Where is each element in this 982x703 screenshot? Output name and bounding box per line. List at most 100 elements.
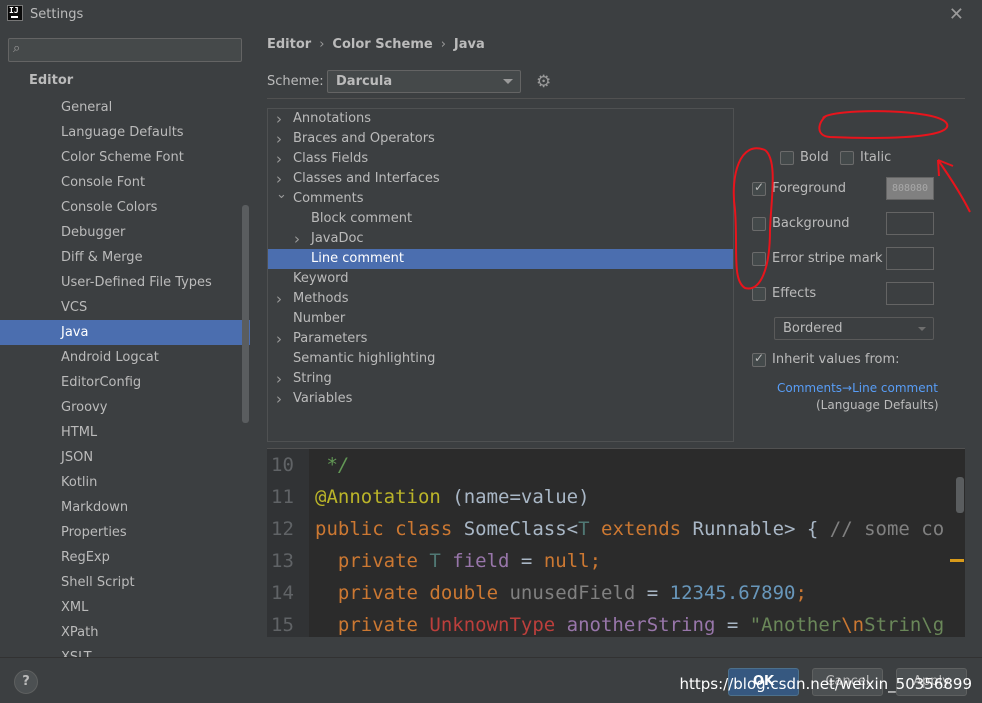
sidebar-item[interactable]: Color Scheme Font — [0, 145, 250, 170]
effects-type-select[interactable]: Bordered — [774, 317, 934, 340]
tree-item[interactable]: › Classes and Interfaces — [268, 169, 733, 189]
scheme-value: Darcula — [336, 74, 393, 89]
code-token: anotherString — [566, 614, 716, 636]
sidebar-section-editor[interactable]: Editor — [29, 73, 73, 88]
sidebar-item[interactable]: XML — [0, 595, 250, 620]
tree-item[interactable]: › String — [268, 369, 733, 389]
error-stripe-color-swatch[interactable] — [886, 247, 934, 270]
tree-item-label: Class Fields — [293, 151, 369, 166]
sidebar-item[interactable]: Properties — [0, 520, 250, 545]
breadcrumb-color-scheme[interactable]: Color Scheme — [332, 37, 432, 52]
tree-item-label: Keyword — [293, 271, 349, 286]
help-button[interactable]: ? — [14, 670, 38, 694]
line-number: 10 — [271, 454, 294, 476]
code-token: T — [578, 518, 601, 540]
preview-scrollbar[interactable] — [956, 477, 964, 513]
chevron-right-icon[interactable]: › — [276, 109, 282, 129]
chevron-right-icon[interactable]: › — [294, 229, 300, 249]
breadcrumb-separator: › — [319, 37, 325, 52]
bold-checkbox[interactable] — [780, 151, 794, 165]
sidebar-item[interactable]: XPath — [0, 620, 250, 645]
tree-item[interactable]: › Class Fields — [268, 149, 733, 169]
sidebar-item[interactable]: General — [0, 95, 250, 120]
sidebar-item[interactable]: VCS — [0, 295, 250, 320]
tree-item[interactable]: ⌄ Comments — [268, 187, 733, 209]
tree-item[interactable]: › JavaDoc — [268, 229, 733, 249]
sidebar-item[interactable]: Shell Script — [0, 570, 250, 595]
chevron-right-icon[interactable]: › — [276, 389, 282, 409]
sidebar-item[interactable]: Groovy — [0, 395, 250, 420]
code-token: = — [715, 614, 750, 636]
tree-item[interactable]: › Parameters — [268, 329, 733, 349]
sidebar-item[interactable]: Console Font — [0, 170, 250, 195]
code-token: = — [509, 550, 544, 572]
sidebar-item[interactable]: JSON — [0, 445, 250, 470]
tree-item[interactable]: › Methods — [268, 289, 733, 309]
tree-item-label: Classes and Interfaces — [293, 171, 440, 186]
foreground-label: Foreground — [772, 181, 847, 196]
tree-item[interactable]: › Braces and Operators — [268, 129, 733, 149]
code-token: Strin\g — [864, 614, 945, 636]
sidebar-item[interactable]: RegExp — [0, 545, 250, 570]
inherit-checkbox[interactable] — [752, 351, 766, 367]
tree-item[interactable]: Keyword — [268, 269, 733, 289]
bold-label: Bold — [800, 150, 829, 165]
code-preview[interactable]: 10 */ 11 @Annotation (name=value) 12 public … — [267, 448, 965, 637]
effects-label: Effects — [772, 286, 817, 301]
code-text: private T field = null; — [315, 545, 601, 577]
gear-icon[interactable]: ⚙ — [536, 72, 551, 92]
chevron-right-icon[interactable]: › — [276, 369, 282, 389]
sidebar-item[interactable]: Java — [0, 320, 250, 345]
tree-item[interactable]: Block comment — [268, 209, 733, 229]
tree-item-label: Semantic highlighting — [293, 351, 436, 366]
sidebar-item[interactable]: Kotlin — [0, 470, 250, 495]
breadcrumb-editor[interactable]: Editor — [267, 37, 311, 52]
close-icon[interactable]: ✕ — [949, 4, 964, 25]
foreground-checkbox[interactable] — [752, 180, 766, 196]
effects-checkbox[interactable] — [752, 287, 766, 301]
sidebar-item[interactable]: EditorConfig — [0, 370, 250, 395]
chevron-right-icon[interactable]: › — [276, 289, 282, 309]
tree-item[interactable]: › Annotations — [268, 109, 733, 129]
effects-type-value: Bordered — [783, 321, 843, 336]
sidebar-item[interactable]: HTML — [0, 420, 250, 445]
sidebar-item[interactable]: XSLT — [0, 645, 250, 657]
code-token: private — [315, 614, 430, 636]
foreground-color-swatch[interactable]: 808080 — [886, 177, 934, 200]
sidebar-item[interactable]: User-Defined File Types — [0, 270, 250, 295]
effects-color-swatch[interactable] — [886, 282, 934, 305]
sidebar-item[interactable]: Console Colors — [0, 195, 250, 220]
inherit-label: Inherit values from: — [772, 352, 900, 367]
code-token: public class — [315, 518, 464, 540]
code-text: private UnknownType anotherString = "Ano… — [315, 609, 944, 637]
tree-item[interactable]: Line comment — [268, 249, 733, 269]
sidebar-scrollbar[interactable] — [242, 205, 249, 423]
code-token: // some co — [829, 518, 945, 540]
scheme-select[interactable]: Darcula — [327, 70, 521, 93]
tree-item-label: Variables — [293, 391, 353, 406]
sidebar-item[interactable]: Android Logcat — [0, 345, 250, 370]
sidebar-item[interactable]: Language Defaults — [0, 120, 250, 145]
chevron-right-icon[interactable]: › — [276, 129, 282, 149]
tree-item-label: JavaDoc — [311, 231, 364, 246]
tree-item[interactable]: › Variables — [268, 389, 733, 409]
sidebar-item[interactable]: Markdown — [0, 495, 250, 520]
sidebar-item[interactable]: Debugger — [0, 220, 250, 245]
code-token: private — [315, 550, 430, 572]
code-token: SomeClass< — [463, 518, 579, 540]
background-checkbox[interactable] — [752, 217, 766, 231]
error-stripe-checkbox[interactable] — [752, 252, 766, 266]
chevron-right-icon[interactable]: › — [276, 149, 282, 169]
italic-checkbox[interactable] — [840, 151, 854, 165]
chevron-down-icon[interactable]: ⌄ — [276, 185, 287, 205]
chevron-right-icon[interactable]: › — [276, 329, 282, 349]
tree-item[interactable]: Number — [268, 309, 733, 329]
background-color-swatch[interactable] — [886, 212, 934, 235]
tree-item[interactable]: Semantic highlighting — [268, 349, 733, 369]
code-token: Runnable> { — [692, 518, 830, 540]
tree-item-label: Number — [293, 311, 346, 326]
search-input[interactable] — [33, 41, 233, 59]
sidebar-item[interactable]: Diff & Merge — [0, 245, 250, 270]
settings-search[interactable]: ⌕ — [8, 38, 242, 62]
inherit-link[interactable]: Comments→Line comment — [777, 381, 938, 395]
